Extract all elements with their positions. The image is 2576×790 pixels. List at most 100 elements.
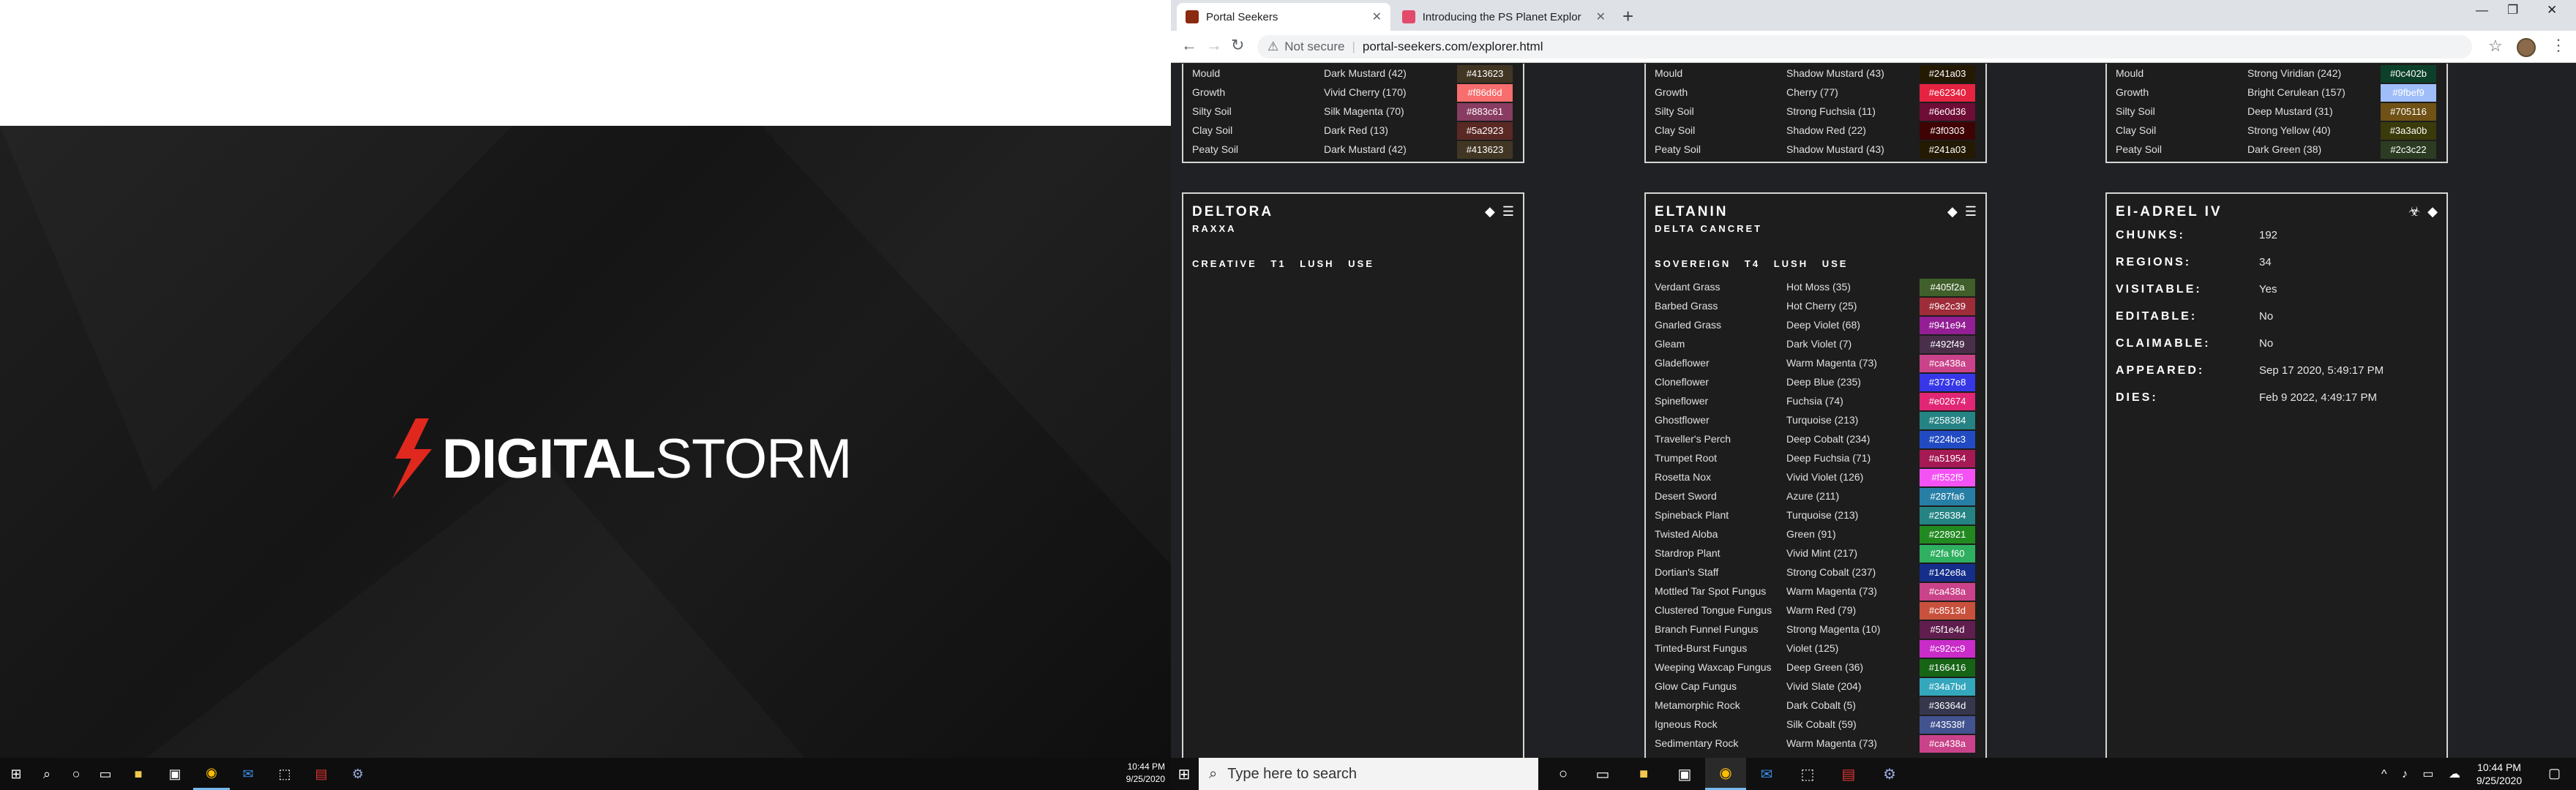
planet-card-ei-adrel[interactable]: EI-ADREL IV ☣ ◆ CHUNKS: 192 REGIONS: 34 VISITAB… <box>2105 192 2448 758</box>
resource-row: Ghostflower Turquoise (213) #258384 <box>1646 412 1985 431</box>
address-separator: | <box>1352 40 1355 53</box>
taskbar-clock[interactable]: 10:44 PM 9/25/2020 <box>2470 761 2528 787</box>
minimize-button[interactable]: — <box>2476 3 2488 18</box>
browser-menu-icon[interactable]: ⋮ <box>2550 36 2566 55</box>
chrome-icon[interactable]: ◉ <box>193 758 230 790</box>
planet-explorer-page: Mould Dark Mustard (42) #413623 Growth Vivid… <box>1171 64 2576 758</box>
tab-favicon-icon <box>1402 10 1415 23</box>
cortana-icon[interactable]: ○ <box>61 758 91 790</box>
restore-button[interactable]: ❐ <box>2507 3 2518 18</box>
reload-button[interactable]: ↻ <box>1231 36 1244 55</box>
resource-name: Growth <box>1655 86 1688 98</box>
bookmark-star-icon[interactable]: ☆ <box>2488 37 2503 56</box>
task-view-icon[interactable]: ▭ <box>1582 758 1623 790</box>
security-label[interactable]: Not secure <box>1284 40 1344 54</box>
app-icon[interactable]: ⬚ <box>1787 758 1828 790</box>
logo-wordmark: DIGITALSTORM <box>442 427 852 491</box>
search-icon[interactable]: ⌕ <box>32 758 61 790</box>
planet-info-row: DIES: Feb 9 2022, 4:49:17 PM <box>2116 391 2438 409</box>
color-swatch: #9fbef9 <box>2381 84 2436 102</box>
file-explorer-icon[interactable]: ■ <box>120 758 157 790</box>
address-bar[interactable]: ⚠ Not secure | portal-seekers.com/explor… <box>1257 35 2472 59</box>
color-swatch: #0c402b <box>2381 65 2436 83</box>
color-swatch: #883c61 <box>1457 103 1513 121</box>
color-name: Hot Moss (35) <box>1786 281 1851 293</box>
profile-avatar[interactable] <box>2517 38 2536 57</box>
planet-card-partial[interactable]: Mould Dark Mustard (42) #413623 Growth Vivid… <box>1182 64 1524 163</box>
system-tray-icons[interactable]: ^ ♪ ▭ ☁ <box>2381 767 2466 781</box>
clock-date: 9/25/2020 <box>2476 775 2523 786</box>
color-name: Warm Magenta (73) <box>1786 357 1877 369</box>
app-icon[interactable]: ⬚ <box>266 758 303 790</box>
warning-icon[interactable]: ⚠ <box>1268 40 1278 54</box>
color-name: Deep Cobalt (234) <box>1786 433 1871 445</box>
windows-start-icon[interactable]: ⊞ <box>1171 758 1197 790</box>
resource-name: Silty Soil <box>2116 105 2155 117</box>
mail-icon[interactable]: ✉ <box>230 758 266 790</box>
store-icon[interactable]: ▣ <box>157 758 193 790</box>
steam-icon[interactable]: ⚙ <box>340 758 376 790</box>
taskbar-search-box[interactable]: ⌕ Type here to search <box>1199 758 1538 790</box>
resource-name: Barbed Grass <box>1655 300 1718 312</box>
notification-icon[interactable]: ▢ <box>2548 766 2561 781</box>
planet-info-row: CLAIMABLE: No <box>2116 337 2438 355</box>
color-swatch: #5f1e4d <box>1920 621 1975 639</box>
close-window-button[interactable]: ✕ <box>2547 3 2557 18</box>
resource-row: Peaty Soil Dark Mustard (42) #413623 <box>1183 141 1523 160</box>
task-view-icon[interactable]: ▭ <box>91 758 120 790</box>
resource-name: Growth <box>2116 86 2149 98</box>
chrome-icon[interactable]: ◉ <box>1705 758 1746 790</box>
color-swatch: #e62340 <box>1920 84 1975 102</box>
info-label: REGIONS: <box>2116 256 2192 268</box>
planet-card-deltora[interactable]: DELTORA RAXXA CREATIVE T1 LUSH USE ◆ ☰ <box>1182 192 1524 758</box>
resource-name: Silty Soil <box>1655 105 1694 117</box>
new-tab-button[interactable]: + <box>1622 5 1633 28</box>
mail-icon[interactable]: ✉ <box>1746 758 1787 790</box>
tab-ps-planet-explorer[interactable]: Introducing the PS Planet Explor ✕ <box>1393 3 1614 31</box>
color-swatch: #166416 <box>1920 659 1975 677</box>
color-name: Dark Mustard (42) <box>1324 143 1407 155</box>
resource-row: Clay Soil Strong Yellow (40) #3a3a0b <box>2107 122 2446 141</box>
color-swatch: #405f2a <box>1920 279 1975 296</box>
taskbar-clock[interactable]: 10:44 PM 9/25/2020 <box>1126 761 1165 786</box>
color-name: Shadow Mustard (43) <box>1786 67 1884 79</box>
steam-icon[interactable]: ⚙ <box>1869 758 1910 790</box>
browser-toolbar: ← → ↻ ⚠ Not secure | portal-seekers.com/… <box>1171 31 2576 63</box>
url-text[interactable]: portal-seekers.com/explorer.html <box>1363 40 1543 54</box>
color-swatch: #a51954 <box>1920 450 1975 467</box>
resource-row: Growth Bright Cerulean (157) #9fbef9 <box>2107 84 2446 103</box>
cortana-icon[interactable]: ○ <box>1543 758 1584 790</box>
resource-row: Mould Dark Mustard (42) #413623 <box>1183 65 1523 84</box>
resource-row: Branch Funnel Fungus Strong Magenta (10) #… <box>1646 621 1985 640</box>
forward-button[interactable]: → <box>1206 36 1222 55</box>
app-badge-icon[interactable]: ▤ <box>303 758 340 790</box>
color-name: Azure (211) <box>1786 490 1840 502</box>
color-name: Turquoise (213) <box>1786 509 1859 521</box>
back-button[interactable]: ← <box>1181 36 1197 55</box>
resource-row: Spineflower Fuchsia (74) #e02674 <box>1646 393 1985 412</box>
resource-name: Trumpet Root <box>1655 452 1718 464</box>
portal-seekers-favicon-icon <box>1186 10 1199 23</box>
database-icon: ☰ <box>1964 204 1977 219</box>
planet-card-partial[interactable]: Mould Shadow Mustard (43) #241a03 Growth Che… <box>1644 64 1987 163</box>
store-icon[interactable]: ▣ <box>1664 758 1705 790</box>
planet-card-eltanin[interactable]: ELTANIN DELTA CANCRET SOVEREIGN T4 LUSH US… <box>1644 192 1987 758</box>
color-name: Warm Red (79) <box>1786 604 1857 616</box>
color-swatch: #705116 <box>2381 103 2436 121</box>
resource-name: Ghostflower <box>1655 414 1710 426</box>
info-label: CHUNKS: <box>2116 229 2185 241</box>
tab-close-icon[interactable]: ✕ <box>1372 10 1382 24</box>
windows-start-icon[interactable]: ⊞ <box>0 758 32 790</box>
file-explorer-icon[interactable]: ■ <box>1623 758 1664 790</box>
color-swatch: #258384 <box>1920 507 1975 524</box>
tab-close-icon[interactable]: ✕ <box>1596 10 1606 24</box>
info-value: Feb 9 2022, 4:49:17 PM <box>2259 391 2377 404</box>
app-badge-icon[interactable]: ▤ <box>1828 758 1869 790</box>
planet-card-partial[interactable]: Mould Strong Viridian (242) #0c402b Growth B… <box>2105 64 2448 163</box>
browser-tab-strip: Portal Seekers ✕ Introducing the PS Plan… <box>1171 0 2576 31</box>
planet-info-row: APPEARED: Sep 17 2020, 5:49:17 PM <box>2116 364 2438 382</box>
resource-row: Growth Vivid Cherry (170) #f86d6d <box>1183 84 1523 103</box>
resource-row: Peaty Soil Dark Green (38) #2c3c22 <box>2107 141 2446 160</box>
tab-portal-seekers[interactable]: Portal Seekers ✕ <box>1177 3 1390 31</box>
planet-tags: CREATIVE T1 LUSH USE <box>1192 258 1374 269</box>
